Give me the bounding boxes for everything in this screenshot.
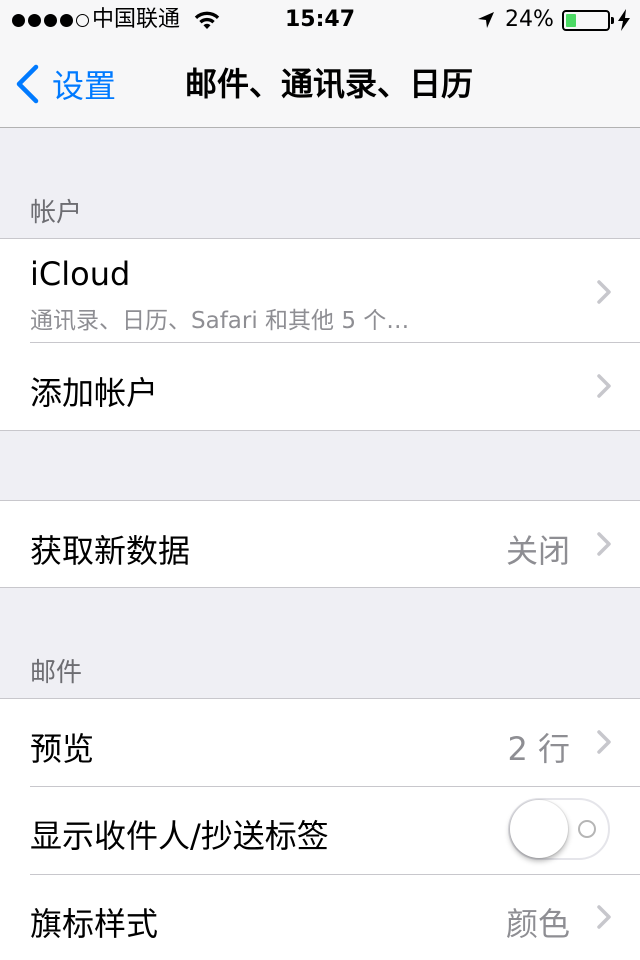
fetch-new-data-value: 关闭 [505, 532, 570, 570]
chevron-right-icon [597, 532, 611, 556]
show-to-cc-toggle[interactable] [508, 798, 610, 860]
add-account-row[interactable]: 添加帐户 [0, 342, 640, 430]
top-bar: 中国联通 15:47 24% 设置 邮件、通讯录、日历 [0, 0, 640, 128]
preview-row[interactable]: 预览 2 行 [0, 699, 640, 786]
section-header-mail: 邮件 [30, 658, 83, 688]
chevron-right-icon [597, 374, 611, 398]
chevron-right-icon [597, 280, 611, 304]
fetch-group: 获取新数据 关闭 [0, 500, 640, 588]
flag-style-row[interactable]: 旗标样式 颜色 [0, 874, 640, 960]
add-account-label: 添加帐户 [30, 374, 159, 412]
flag-style-value: 颜色 [505, 905, 570, 943]
preview-label: 预览 [30, 730, 95, 768]
toggle-knob [510, 800, 568, 858]
icloud-account-row[interactable]: iCloud 通讯录、日历、Safari 和其他 5 个… [0, 239, 640, 342]
charging-bolt-icon [618, 9, 630, 31]
show-to-cc-label: 显示收件人/抄送标签 [30, 817, 329, 855]
chevron-right-icon [597, 905, 611, 929]
toggle-off-indicator-icon [578, 820, 596, 838]
fetch-new-data-label: 获取新数据 [30, 532, 191, 570]
accounts-group: iCloud 通讯录、日历、Safari 和其他 5 个… 添加帐户 [0, 238, 640, 431]
icloud-subtitle: 通讯录、日历、Safari 和其他 5 个… [30, 308, 410, 334]
status-bar: 中国联通 15:47 24% [0, 0, 640, 40]
location-arrow-icon [478, 12, 494, 28]
fetch-new-data-row[interactable]: 获取新数据 关闭 [0, 501, 640, 587]
page-title: 邮件、通讯录、日历 [184, 65, 473, 103]
navigation-bar: 设置 邮件、通讯录、日历 [0, 40, 640, 128]
icloud-title: iCloud [30, 255, 131, 293]
flag-style-label: 旗标样式 [30, 905, 159, 943]
preview-value: 2 行 [507, 730, 570, 768]
battery-icon [562, 10, 614, 31]
section-header-accounts: 帐户 [30, 198, 83, 228]
show-to-cc-row: 显示收件人/抄送标签 [0, 786, 640, 874]
mail-group: 预览 2 行 显示收件人/抄送标签 旗标样式 颜色 [0, 698, 640, 960]
battery-percent: 24% [505, 7, 554, 32]
chevron-right-icon [597, 730, 611, 754]
